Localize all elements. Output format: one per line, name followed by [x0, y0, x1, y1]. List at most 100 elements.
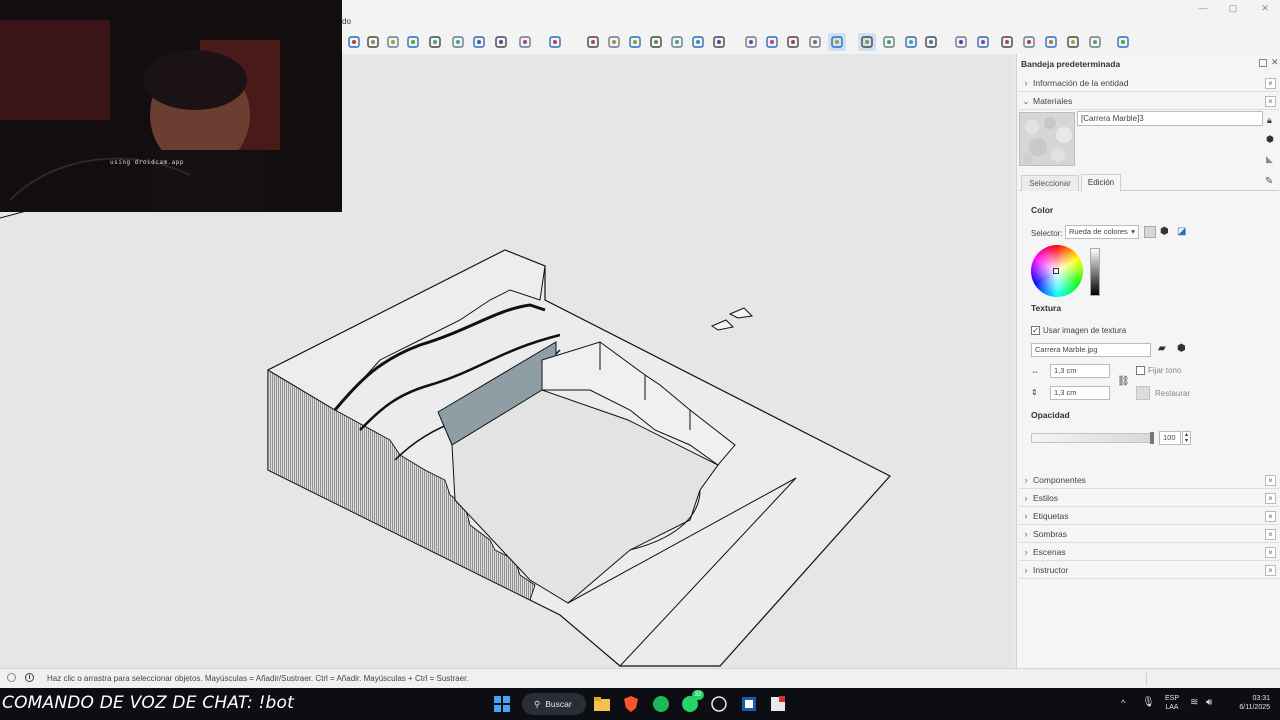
menu-fragment[interactable]: do: [342, 17, 351, 26]
sandbox-icon[interactable]: [974, 33, 992, 51]
shaded-icon[interactable]: [828, 33, 846, 51]
right-view-icon[interactable]: [647, 33, 665, 51]
lock-icon[interactable]: 🔒︎: [1267, 115, 1272, 126]
close-icon[interactable]: ×: [1265, 77, 1276, 89]
monochrome-icon[interactable]: [880, 33, 898, 51]
section-styles[interactable]: › Estilos ×: [1019, 490, 1279, 507]
section-plane-icon[interactable]: [364, 33, 382, 51]
component-icon[interactable]: [516, 33, 534, 51]
section-scenes[interactable]: › Escenas ×: [1019, 544, 1279, 561]
opacity-slider-thumb[interactable]: [1150, 432, 1154, 444]
match-model-color-icon[interactable]: ⬢: [1160, 226, 1169, 237]
flip-edge-icon[interactable]: [1064, 33, 1082, 51]
fog-icon[interactable]: [1114, 33, 1132, 51]
tab-edit[interactable]: Edición: [1081, 174, 1121, 192]
sketchup-layout-icon[interactable]: [769, 695, 787, 713]
xray-icon[interactable]: [742, 33, 760, 51]
spotify-icon[interactable]: [652, 695, 670, 713]
chevron-up-icon[interactable]: ^: [1121, 698, 1125, 708]
close-icon[interactable]: ×: [1265, 564, 1276, 576]
edit-texture-icon[interactable]: ⬢: [1177, 343, 1186, 354]
close-icon[interactable]: ×: [1265, 474, 1276, 486]
whatsapp-icon[interactable]: 32: [681, 690, 704, 713]
shadow-icon[interactable]: [1086, 33, 1104, 51]
left-view-icon[interactable]: [689, 33, 707, 51]
tray-pin-icon[interactable]: [1259, 59, 1267, 67]
close-icon[interactable]: ×: [1265, 510, 1276, 522]
info-icon[interactable]: i: [25, 673, 34, 682]
maximize-button[interactable]: ▢: [1224, 2, 1242, 14]
close-icon[interactable]: ×: [1265, 492, 1276, 504]
close-window-button[interactable]: ✕: [1256, 2, 1274, 14]
measurements-box[interactable]: [1146, 672, 1278, 686]
chatgpt-icon[interactable]: [710, 695, 728, 713]
zoom-extents-icon[interactable]: [426, 33, 444, 51]
match-screen-color-icon[interactable]: ◪: [1177, 226, 1186, 237]
language-indicator[interactable]: ESP LAA: [1160, 694, 1184, 712]
brightness-slider[interactable]: [1090, 248, 1100, 296]
section-shadows[interactable]: › Sombras ×: [1019, 526, 1279, 543]
orbit-icon[interactable]: [345, 33, 363, 51]
sample-paint-icon[interactable]: ◣: [1266, 154, 1273, 165]
windows-start-icon[interactable]: [493, 695, 511, 713]
colorize-checkbox[interactable]: [1136, 366, 1145, 375]
warehouse-icon[interactable]: [902, 33, 920, 51]
microphone-icon[interactable]: 🎙︎: [1142, 697, 1155, 708]
minimize-button[interactable]: —: [1194, 2, 1212, 14]
close-icon[interactable]: ×: [1265, 528, 1276, 540]
back-view-icon[interactable]: [668, 33, 686, 51]
color-wheel[interactable]: [1031, 245, 1083, 297]
back-edges-icon[interactable]: [763, 33, 781, 51]
link-proportions-icon[interactable]: ⛓︎: [1117, 376, 1130, 387]
tray-close-icon[interactable]: ✕: [1271, 57, 1279, 68]
close-icon[interactable]: ×: [1265, 546, 1276, 558]
clock[interactable]: 03:31 6/11/2025: [1226, 694, 1270, 712]
sketchup-icon[interactable]: [740, 695, 758, 713]
texture-height-field[interactable]: 1,3 cm: [1050, 386, 1110, 400]
section-entity-info[interactable]: › Información de la entidad ×: [1019, 75, 1279, 92]
add-detail-icon[interactable]: [1042, 33, 1060, 51]
close-icon[interactable]: ×: [1265, 95, 1276, 107]
opacity-field[interactable]: 100: [1159, 431, 1181, 445]
wifi-icon[interactable]: ≋: [1190, 697, 1198, 708]
section-materials[interactable]: ⌄ Materiales ×: [1019, 93, 1279, 110]
reset-color-swatch[interactable]: [1136, 386, 1150, 400]
wireframe-icon[interactable]: [784, 33, 802, 51]
browse-folder-icon[interactable]: ▰: [1158, 343, 1166, 354]
zoom-icon[interactable]: [404, 33, 422, 51]
drape-icon[interactable]: [1020, 33, 1038, 51]
opacity-spinner[interactable]: ▴ ▾: [1182, 431, 1191, 445]
offset-icon[interactable]: [470, 33, 488, 51]
tab-select[interactable]: Seleccionar: [1021, 175, 1079, 191]
volume-icon[interactable]: 🔊︎: [1206, 697, 1212, 708]
eye-icon[interactable]: [546, 33, 564, 51]
front-view-icon[interactable]: [626, 33, 644, 51]
extension-icon[interactable]: [922, 33, 940, 51]
brave-browser-icon[interactable]: [622, 695, 640, 713]
tape-icon[interactable]: [449, 33, 467, 51]
material-name-field[interactable]: [Carrera Marble]3: [1077, 111, 1263, 126]
bottom-view-icon[interactable]: [710, 33, 728, 51]
file-explorer-icon[interactable]: [593, 695, 611, 713]
eyedropper-icon[interactable]: ✎: [1265, 176, 1273, 187]
iso-view-icon[interactable]: [584, 33, 602, 51]
stamp-icon[interactable]: [998, 33, 1016, 51]
create-material-icon[interactable]: ⬢: [1266, 134, 1274, 145]
follow-me-icon[interactable]: [492, 33, 510, 51]
top-view-icon[interactable]: [605, 33, 623, 51]
textured-icon[interactable]: [858, 33, 876, 51]
section-components[interactable]: › Componentes ×: [1019, 472, 1279, 489]
texture-file-field[interactable]: Carrera Marble.jpg: [1031, 343, 1151, 357]
selector-dropdown[interactable]: Rueda de colores ▾: [1065, 225, 1139, 239]
ruby-icon[interactable]: [952, 33, 970, 51]
use-texture-checkbox[interactable]: ✓: [1031, 326, 1040, 335]
opacity-slider[interactable]: [1031, 432, 1154, 444]
paint-bucket-icon[interactable]: [384, 33, 402, 51]
material-swatch[interactable]: [1019, 112, 1075, 166]
color-preview-swatch[interactable]: [1144, 226, 1156, 238]
section-instructor[interactable]: › Instructor ×: [1019, 562, 1279, 579]
geo-location-icon[interactable]: [7, 673, 16, 682]
hidden-line-icon[interactable]: [806, 33, 824, 51]
texture-width-field[interactable]: 1,3 cm: [1050, 364, 1110, 378]
taskbar-search[interactable]: ⚲ Buscar: [522, 693, 586, 715]
